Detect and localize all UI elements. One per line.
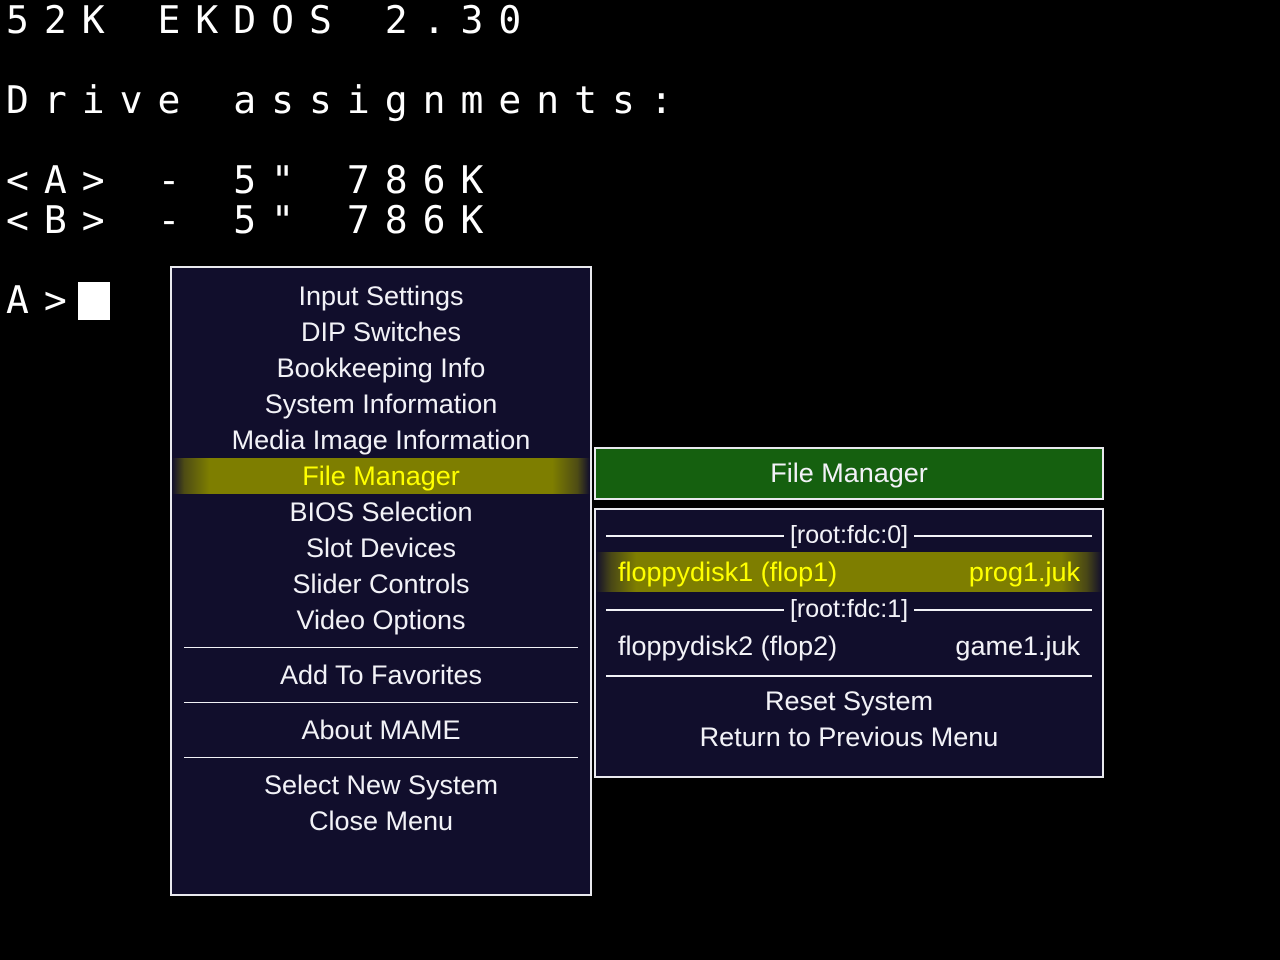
terminal-drive-a-line: <A> - 5" 786K — [6, 158, 499, 202]
terminal-drive-assignments-heading: Drive assignments: — [6, 78, 688, 122]
file-manager-title-box: File Manager — [594, 447, 1104, 500]
device-name-label: floppydisk1 (flop1) — [618, 557, 838, 587]
menu-item-label: File Manager — [302, 461, 460, 491]
menu-item-label: Input Settings — [298, 281, 464, 311]
menu-item-label: Bookkeeping Info — [276, 353, 486, 383]
file-manager-section-heading-fdc1: [root:fdc:1] — [596, 592, 1102, 626]
menu-item-input-settings[interactable]: Input Settings — [172, 278, 590, 314]
menu-item-label: Media Image Information — [231, 425, 531, 455]
terminal-drive-b-line: <B> - 5" 786K — [6, 198, 499, 242]
menu-item-slot-devices[interactable]: Slot Devices — [172, 530, 590, 566]
file-manager-panel: [root:fdc:0] floppydisk1 (flop1) prog1.j… — [594, 508, 1104, 778]
file-manager-return-to-previous-menu-item[interactable]: Return to Previous Menu — [596, 719, 1102, 755]
menu-item-label: Close Menu — [308, 806, 454, 836]
file-manager-device-row-flop1[interactable]: floppydisk1 (flop1) prog1.juk — [596, 552, 1102, 592]
file-manager-section-heading-fdc0: [root:fdc:0] — [596, 518, 1102, 552]
menu-item-label: Slider Controls — [292, 569, 470, 599]
menu-item-dip-switches[interactable]: DIP Switches — [172, 314, 590, 350]
file-manager-title: File Manager — [770, 458, 928, 488]
menu-item-label: BIOS Selection — [289, 497, 473, 527]
terminal-prompt-text: A> — [6, 278, 82, 322]
menu-item-bookkeeping-info[interactable]: Bookkeeping Info — [172, 350, 590, 386]
menu-item-system-information[interactable]: System Information — [172, 386, 590, 422]
device-image-label: prog1.juk — [968, 557, 1080, 587]
section-rule-right — [889, 535, 1092, 537]
main-menu-panel: Input Settings DIP Switches Bookkeeping … — [170, 266, 592, 896]
file-manager-reset-system-item[interactable]: Reset System — [596, 683, 1102, 719]
device-image-label: game1.juk — [955, 631, 1080, 661]
menu-item-bios-selection[interactable]: BIOS Selection — [172, 494, 590, 530]
device-name-label: floppydisk2 (flop2) — [618, 631, 838, 661]
menu-divider — [184, 757, 578, 758]
section-rule-right — [889, 609, 1092, 611]
terminal-title-line: 52K EKDOS 2.30 — [6, 0, 537, 42]
section-rule-left — [606, 535, 809, 537]
menu-item-select-new-system[interactable]: Select New System — [172, 767, 590, 803]
menu-item-slider-controls[interactable]: Slider Controls — [172, 566, 590, 602]
file-manager-device-row-flop2[interactable]: floppydisk2 (flop2) game1.juk — [596, 626, 1102, 666]
menu-item-close-menu[interactable]: Close Menu — [172, 803, 590, 839]
menu-item-label: System Information — [264, 389, 498, 419]
menu-divider — [184, 702, 578, 703]
terminal-cursor-block — [77, 282, 110, 320]
section-heading-label: [root:fdc:0] — [783, 518, 915, 552]
file-manager-divider — [606, 675, 1092, 677]
menu-item-add-to-favorites[interactable]: Add To Favorites — [172, 657, 590, 693]
menu-item-label: DIP Switches — [300, 317, 462, 347]
menu-item-label: About MAME — [301, 715, 461, 745]
terminal-prompt-row: A> — [6, 280, 110, 320]
menu-item-label: Select New System — [263, 770, 499, 800]
menu-divider — [184, 647, 578, 648]
action-label: Reset System — [764, 686, 934, 716]
section-heading-label: [root:fdc:1] — [783, 592, 915, 626]
menu-item-video-options[interactable]: Video Options — [172, 602, 590, 638]
menu-item-about-mame[interactable]: About MAME — [172, 712, 590, 748]
menu-item-label: Video Options — [296, 605, 466, 635]
menu-item-label: Add To Favorites — [279, 660, 483, 690]
action-label: Return to Previous Menu — [699, 722, 999, 752]
menu-item-label: Slot Devices — [305, 533, 457, 563]
menu-item-file-manager[interactable]: File Manager — [172, 458, 590, 494]
menu-item-media-image-information[interactable]: Media Image Information — [172, 422, 590, 458]
section-rule-left — [606, 609, 809, 611]
